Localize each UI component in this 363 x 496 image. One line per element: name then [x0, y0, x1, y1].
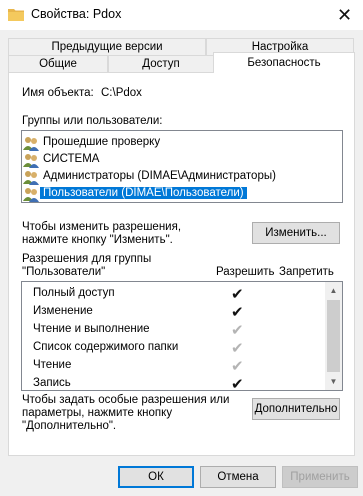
ok-button[interactable]: ОК: [118, 466, 194, 488]
apply-button[interactable]: Применить: [282, 466, 358, 488]
permission-label: Изменение: [33, 305, 93, 317]
allow-check-icon: ✔: [231, 340, 244, 357]
security-panel: Имя объекта: C:\Pdox Группы или пользова…: [8, 72, 355, 456]
scroll-up-icon[interactable]: ▲: [325, 282, 342, 299]
title-bar: Свойства: Pdox ✕: [0, 0, 363, 30]
allow-check-icon: ✔: [231, 304, 244, 321]
permission-row: Чтение ✔: [23, 357, 323, 375]
users-icon: [23, 154, 39, 168]
properties-dialog: Свойства: Pdox ✕ Предыдущие версии Настр…: [0, 0, 363, 496]
close-button[interactable]: ✕: [326, 0, 363, 30]
folder-icon: [8, 9, 24, 21]
allow-check-icon: ✔: [231, 286, 244, 303]
permission-label: Чтение: [33, 359, 72, 371]
groups-listbox[interactable]: Прошедшие проверку СИСТЕМА Администратор…: [21, 130, 343, 203]
users-icon: [23, 137, 39, 151]
tab-security[interactable]: Безопасность: [213, 52, 355, 73]
group-item-users[interactable]: Пользователи (DIMAE\Пользователи): [23, 186, 313, 203]
deny-header: Запретить: [279, 266, 334, 278]
permission-row: Полный доступ ✔: [23, 285, 323, 303]
groups-label: Группы или пользователи:: [22, 115, 163, 127]
tab-general[interactable]: Общие: [8, 55, 108, 72]
object-name-label: Имя объекта:: [22, 87, 94, 99]
scroll-down-icon[interactable]: ▼: [325, 373, 342, 390]
users-icon: [23, 171, 39, 185]
group-item-system[interactable]: СИСТЕМА: [23, 152, 313, 169]
permission-label: Запись: [33, 377, 71, 389]
allow-check-icon: ✔: [231, 376, 244, 393]
close-icon: ✕: [336, 4, 353, 25]
permission-label: Чтение и выполнение: [33, 323, 150, 335]
permission-label: Список содержимого папки: [33, 341, 179, 353]
scroll-thumb[interactable]: [327, 300, 340, 372]
permission-row: Изменение ✔: [23, 303, 323, 321]
permissions-header: Разрешения для группы "Пользователи": [22, 253, 152, 278]
allow-check-icon: ✔: [231, 358, 244, 375]
permission-row: Список содержимого папки ✔: [23, 339, 323, 357]
permission-row: Чтение и выполнение ✔: [23, 321, 323, 339]
permission-label: Полный доступ: [33, 287, 115, 299]
users-icon: [23, 188, 39, 202]
cancel-button[interactable]: Отмена: [200, 466, 276, 488]
edit-button[interactable]: Изменить...: [252, 222, 340, 244]
advanced-hint: Чтобы задать особые разрешения или парам…: [22, 394, 230, 432]
tab-sharing[interactable]: Доступ: [108, 55, 214, 72]
change-hint: Чтобы изменить разрешения, нажмите кнопк…: [22, 221, 182, 246]
group-item-administrators[interactable]: Администраторы (DIMAE\Администраторы): [23, 169, 313, 186]
tab-previous-versions[interactable]: Предыдущие версии: [8, 38, 206, 55]
advanced-button[interactable]: Дополнительно: [252, 398, 340, 420]
object-name-value: C:\Pdox: [101, 87, 142, 99]
permission-row: Запись ✔: [23, 375, 323, 393]
permissions-scrollbar[interactable]: ▲ ▼: [325, 282, 342, 390]
window-title: Свойства: Pdox: [31, 7, 122, 21]
group-item-authenticated-users[interactable]: Прошедшие проверку: [23, 135, 313, 152]
allow-header: Разрешить: [216, 266, 275, 278]
permissions-listbox[interactable]: Полный доступ ✔ Изменение ✔ Чтение и выполне…: [21, 281, 343, 393]
allow-check-icon: ✔: [231, 322, 244, 339]
